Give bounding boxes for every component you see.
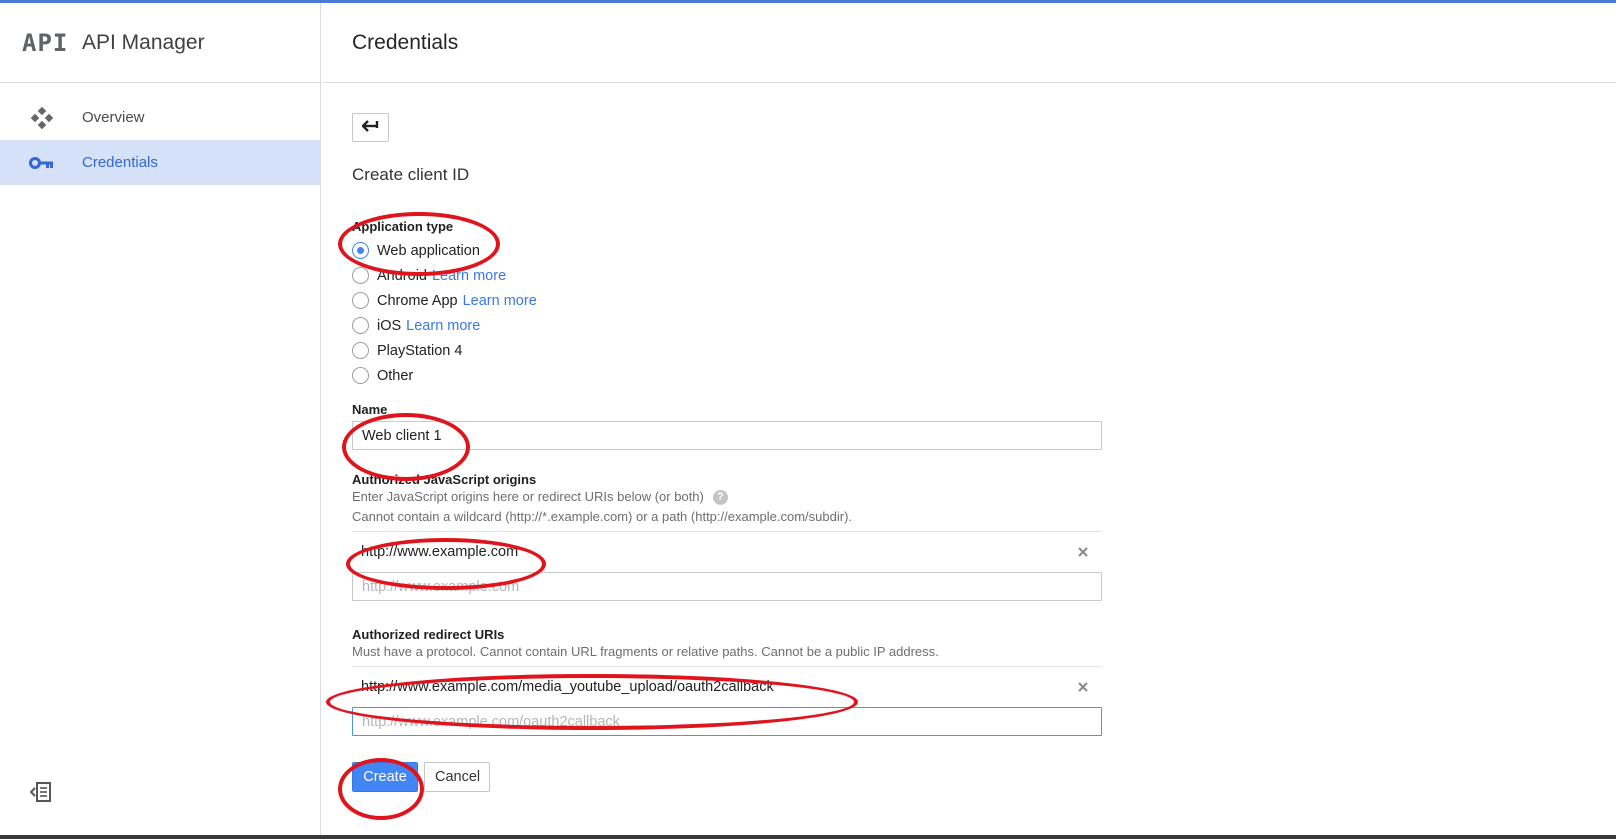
sidebar: API API Manager Overview Credentials — [0, 3, 321, 835]
radio-button[interactable] — [352, 317, 369, 334]
redirect-uris-group: Authorized redirect URIs Must have a pro… — [352, 627, 1616, 736]
name-label: Name — [352, 402, 388, 417]
redirect-uri-value: http://www.example.com/media_youtube_upl… — [361, 679, 774, 695]
main-header: Credentials — [322, 3, 1616, 83]
close-icon[interactable] — [1075, 679, 1091, 695]
radio-label: PlayStation 4 — [377, 342, 463, 359]
radio-label: iOS — [377, 317, 402, 334]
radio-option-playstation-4[interactable]: PlayStation 4 — [352, 338, 1616, 363]
radio-label: Other — [377, 367, 414, 384]
back-button[interactable] — [352, 113, 389, 142]
js-origin-input[interactable] — [352, 572, 1102, 601]
sidebar-item-overview[interactable]: Overview — [0, 95, 320, 140]
radio-label: Web application — [377, 242, 480, 259]
close-icon[interactable] — [1075, 544, 1091, 560]
redirect-uris-label: Authorized redirect URIs — [352, 627, 505, 642]
radio-option-ios[interactable]: iOS Learn more — [352, 313, 1616, 338]
page-title: Credentials — [352, 30, 459, 54]
radio-button[interactable] — [352, 267, 369, 284]
bottom-border — [0, 835, 1616, 839]
sidebar-item-label: Credentials — [82, 154, 158, 171]
back-arrow-icon — [360, 119, 380, 136]
radio-label: Android — [377, 267, 427, 284]
sidebar-header: API API Manager — [0, 3, 320, 83]
learn-more-link[interactable]: Learn more — [432, 268, 506, 284]
js-origins-group: Authorized JavaScript origins Enter Java… — [352, 472, 1616, 601]
main-content: Credentials Create client ID Application… — [322, 3, 1616, 835]
redirect-uri-entry: http://www.example.com/media_youtube_upl… — [352, 666, 1102, 707]
learn-more-link[interactable]: Learn more — [406, 318, 480, 334]
help-icon[interactable]: ? — [712, 489, 728, 505]
radio-button[interactable] — [352, 367, 369, 384]
application-type-group: Application type Web application Android… — [352, 219, 1616, 388]
form-actions: Create Cancel — [352, 762, 1616, 792]
js-origins-label: Authorized JavaScript origins — [352, 472, 537, 487]
js-origin-value: http://www.example.com — [361, 544, 519, 560]
collapse-sidebar-icon[interactable] — [28, 779, 54, 805]
key-icon — [28, 151, 56, 175]
sidebar-item-credentials[interactable]: Credentials — [0, 140, 320, 185]
learn-more-link[interactable]: Learn more — [463, 293, 537, 309]
name-input[interactable] — [352, 421, 1102, 450]
cancel-button[interactable]: Cancel — [424, 762, 490, 792]
form-title: Create client ID — [352, 165, 470, 184]
radio-button[interactable] — [352, 292, 369, 309]
js-origins-help: Enter JavaScript origins here or redirec… — [352, 489, 704, 504]
application-type-label: Application type — [352, 219, 454, 234]
create-client-form: Create client ID Application type Web ap… — [322, 83, 1616, 792]
app-title: API Manager — [82, 30, 205, 54]
api-logo: API — [22, 28, 69, 57]
overview-diamond-icon — [28, 106, 56, 130]
redirect-uris-help: Must have a protocol. Cannot contain URL… — [352, 644, 939, 659]
js-origins-constraint: Cannot contain a wildcard (http://*.exam… — [352, 509, 853, 524]
js-origin-entry: http://www.example.com — [352, 531, 1102, 572]
radio-option-web-application[interactable]: Web application — [352, 238, 1616, 263]
redirect-uri-input[interactable] — [352, 707, 1102, 736]
radio-label: Chrome App — [377, 292, 458, 309]
radio-button[interactable] — [352, 342, 369, 359]
radio-button[interactable] — [352, 242, 369, 259]
radio-option-chrome-app[interactable]: Chrome App Learn more — [352, 288, 1616, 313]
radio-option-other[interactable]: Other — [352, 363, 1616, 388]
name-field-group: Name — [352, 402, 1616, 450]
create-button[interactable]: Create — [352, 762, 418, 792]
sidebar-item-label: Overview — [82, 109, 145, 126]
radio-option-android[interactable]: Android Learn more — [352, 263, 1616, 288]
